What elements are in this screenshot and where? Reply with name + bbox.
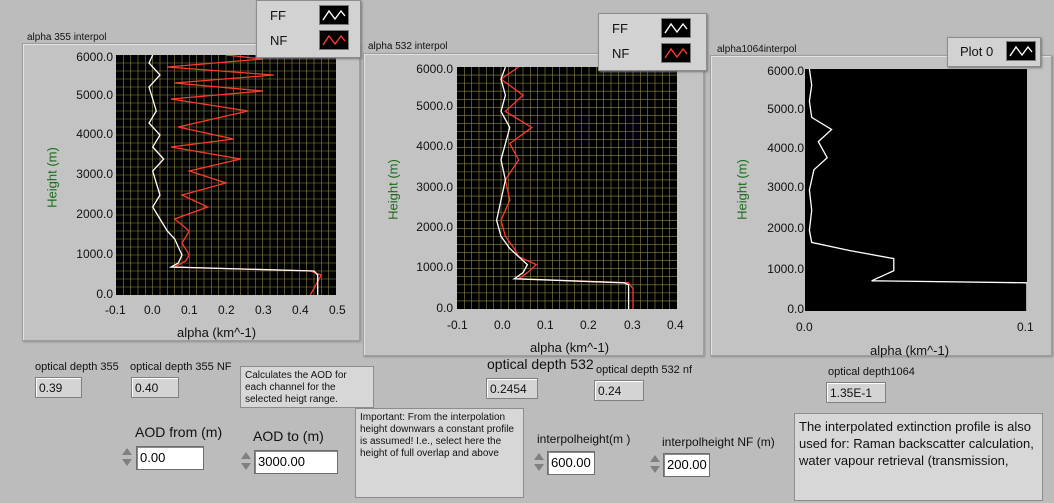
graph-355-legend[interactable]: FF NF bbox=[256, 0, 361, 58]
od1064-value: 1.35E-1 bbox=[826, 382, 886, 403]
legend-ff-label: FF bbox=[612, 21, 628, 36]
ytick: 3000.0 bbox=[767, 180, 804, 194]
xtick: 0.1 bbox=[1017, 320, 1034, 334]
graph-1064-xlabel: alpha (km^-1) bbox=[870, 343, 950, 358]
od355nf-label: optical depth 355 NF bbox=[130, 361, 232, 373]
ytick: 1000.0 bbox=[767, 262, 804, 276]
legend-nf-label: NF bbox=[270, 33, 288, 48]
od532nf-label: optical depth 532 nf bbox=[596, 364, 693, 376]
ytick: 0.0 bbox=[96, 287, 113, 301]
interpol-nf-input[interactable]: 200.00 bbox=[663, 453, 710, 477]
ytick: 0.0 bbox=[787, 302, 804, 316]
ytick: 0.0 bbox=[436, 301, 453, 315]
legend-ff-swatch bbox=[661, 18, 691, 38]
ytick: 4000.0 bbox=[767, 141, 804, 155]
interpol-label: interpolheight(m ) bbox=[537, 432, 631, 446]
xtick: 0.4 bbox=[667, 318, 684, 332]
od355-value: 0.39 bbox=[35, 377, 82, 398]
graph-532-legend[interactable]: FF NF bbox=[598, 13, 707, 71]
ytick: 5000.0 bbox=[416, 99, 453, 113]
graph-355-title: alpha 355 interpol bbox=[27, 32, 107, 43]
legend-nf-swatch bbox=[661, 43, 691, 63]
ytick: 1000.0 bbox=[416, 260, 453, 274]
graph-532-plot[interactable] bbox=[457, 67, 677, 309]
extinction-note: The interpolated extinction profile is a… bbox=[794, 413, 1043, 501]
ytick: 3000.0 bbox=[416, 180, 453, 194]
od532-value: 0.2454 bbox=[486, 378, 538, 399]
ytick: 2000.0 bbox=[416, 220, 453, 234]
interpol-input[interactable]: 600.00 bbox=[547, 451, 595, 475]
ytick: 6000.0 bbox=[767, 64, 804, 78]
graph-355-ylabel: Height (m) bbox=[44, 147, 60, 208]
graph-1064-plot[interactable] bbox=[805, 69, 1027, 311]
ytick: 4000.0 bbox=[416, 139, 453, 153]
aod-note: Calculates the AOD for each channel for … bbox=[240, 366, 374, 408]
ytick: 2000.0 bbox=[76, 207, 113, 221]
interpol-nf-spinner[interactable] bbox=[649, 453, 661, 475]
graph-532-ylabel: Height (m) bbox=[385, 159, 401, 220]
xtick: 0.4 bbox=[292, 303, 309, 317]
legend-ff-swatch bbox=[319, 5, 349, 25]
xtick: -0.1 bbox=[105, 303, 126, 317]
od532-label: optical depth 532 bbox=[487, 356, 594, 372]
xtick: 0.2 bbox=[218, 303, 235, 317]
aod-from-input[interactable]: 0.00 bbox=[136, 446, 204, 470]
xtick: 0.3 bbox=[624, 318, 641, 332]
xtick: 0.3 bbox=[255, 303, 272, 317]
ytick: 6000.0 bbox=[416, 62, 453, 76]
ytick: 2000.0 bbox=[767, 221, 804, 235]
graph-1064-legend[interactable]: Plot 0 bbox=[947, 37, 1041, 67]
ytick: 5000.0 bbox=[76, 88, 113, 102]
legend-nf-swatch bbox=[319, 30, 349, 50]
xtick: 0.0 bbox=[144, 303, 161, 317]
graph-1064-title: alpha1064interpol bbox=[717, 44, 797, 55]
od355-label: optical depth 355 bbox=[35, 361, 119, 373]
ytick: 1000.0 bbox=[76, 247, 113, 261]
legend-plot0-swatch bbox=[1006, 41, 1036, 61]
graph-355-xlabel: alpha (km^-1) bbox=[177, 325, 257, 340]
xtick: 0.0 bbox=[796, 320, 813, 334]
graph-532-title: alpha 532 interpol bbox=[368, 41, 448, 52]
legend-ff-label: FF bbox=[270, 8, 286, 23]
graph-532-xlabel: alpha (km^-1) bbox=[530, 340, 610, 355]
aod-to-spinner[interactable] bbox=[240, 450, 252, 472]
interpol-spinner[interactable] bbox=[533, 451, 545, 473]
od355nf-value: 0.40 bbox=[131, 377, 179, 398]
legend-plot0-label: Plot 0 bbox=[960, 44, 994, 59]
xtick: 0.1 bbox=[537, 318, 554, 332]
od1064-label: optical depth1064 bbox=[828, 366, 915, 378]
ytick: 5000.0 bbox=[767, 102, 804, 116]
plot-background bbox=[805, 69, 1027, 311]
aod-from-label: AOD from (m) bbox=[135, 424, 223, 440]
ytick: 3000.0 bbox=[76, 167, 113, 181]
graph-1064-ylabel: Height (m) bbox=[734, 159, 750, 220]
aod-to-label: AOD to (m) bbox=[253, 428, 324, 444]
graph-355-plot[interactable] bbox=[116, 55, 336, 295]
ytick: 4000.0 bbox=[76, 127, 113, 141]
interpol-nf-label: interpolheight NF (m) bbox=[662, 435, 775, 449]
aod-from-spinner[interactable] bbox=[121, 446, 133, 468]
od532nf-value: 0.24 bbox=[594, 380, 644, 401]
xtick: 0.1 bbox=[181, 303, 198, 317]
ytick: 6000.0 bbox=[76, 50, 113, 64]
legend-nf-label: NF bbox=[612, 46, 630, 61]
xtick: -0.1 bbox=[447, 318, 468, 332]
xtick: 0.5 bbox=[329, 303, 346, 317]
important-note: Important: From the interpolation height… bbox=[355, 408, 524, 498]
xtick: 0.2 bbox=[580, 318, 597, 332]
aod-to-input[interactable]: 3000.00 bbox=[254, 450, 338, 474]
xtick: 0.0 bbox=[494, 318, 511, 332]
